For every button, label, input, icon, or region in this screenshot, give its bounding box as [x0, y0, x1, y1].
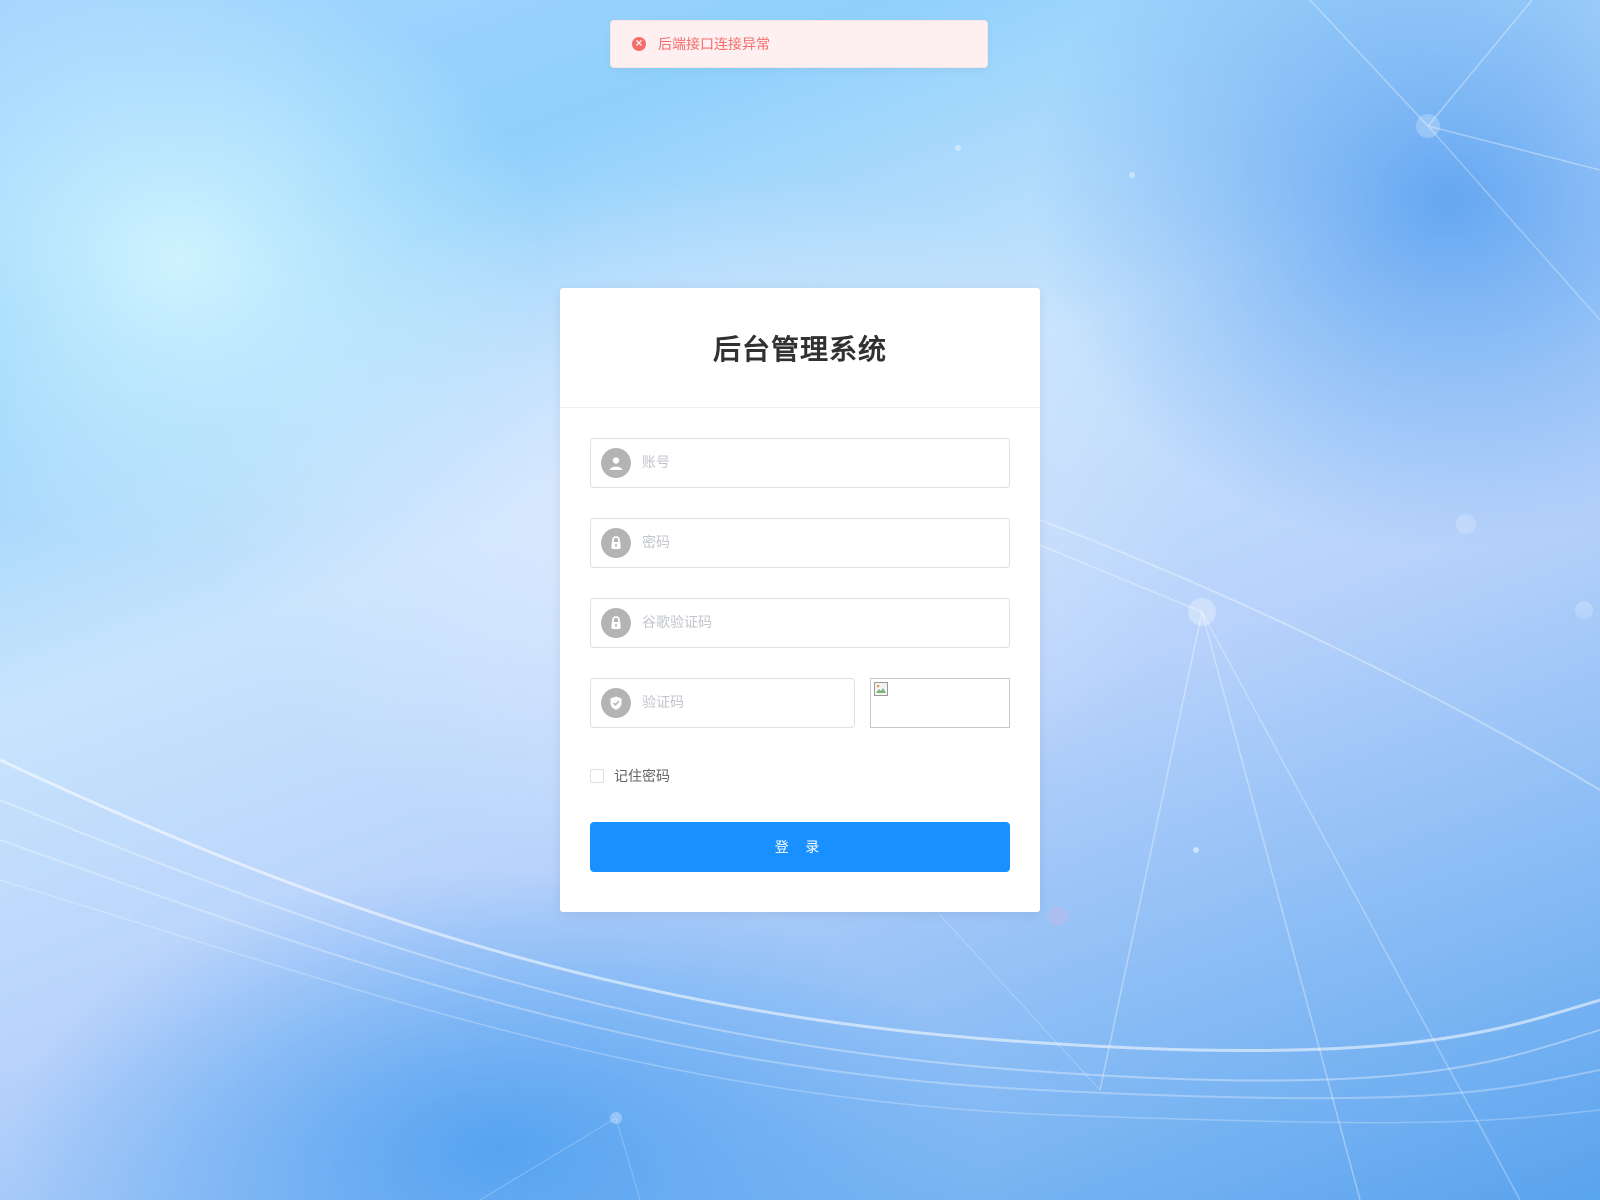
error-circle-icon: ×: [632, 37, 646, 51]
page-title: 后台管理系统: [712, 332, 887, 366]
shield-check-icon: [601, 688, 631, 718]
password-input[interactable]: [642, 521, 1009, 565]
toast-message: 后端接口连接异常: [658, 37, 770, 53]
login-card-header: 后台管理系统: [560, 288, 1040, 408]
password-field[interactable]: [590, 518, 1010, 568]
user-icon: [601, 448, 631, 478]
lock-icon: [601, 608, 631, 638]
captcha-field[interactable]: [590, 678, 855, 728]
captcha-input[interactable]: [642, 681, 854, 725]
login-page: × 后端接口连接异常 后台管理系统 账号 谷歌验证码 验证码 记住密码 登 录: [0, 0, 1600, 1200]
login-card: 后台管理系统 账号 谷歌验证码 验证码 记住密码 登 录: [560, 288, 1040, 912]
login-button[interactable]: 登 录: [590, 822, 1010, 872]
remember-checkbox[interactable]: [590, 769, 604, 783]
remember-label: 记住密码: [614, 769, 670, 785]
google-code-field[interactable]: [590, 598, 1010, 648]
username-field[interactable]: [590, 438, 1010, 488]
broken-image-icon: [874, 682, 888, 696]
captcha-image[interactable]: [870, 678, 1010, 728]
username-input[interactable]: [642, 441, 1009, 485]
google-code-input[interactable]: [642, 601, 1009, 645]
lock-icon: [601, 528, 631, 558]
remember-password[interactable]: 记住密码: [590, 766, 670, 786]
error-toast: × 后端接口连接异常: [610, 20, 988, 68]
